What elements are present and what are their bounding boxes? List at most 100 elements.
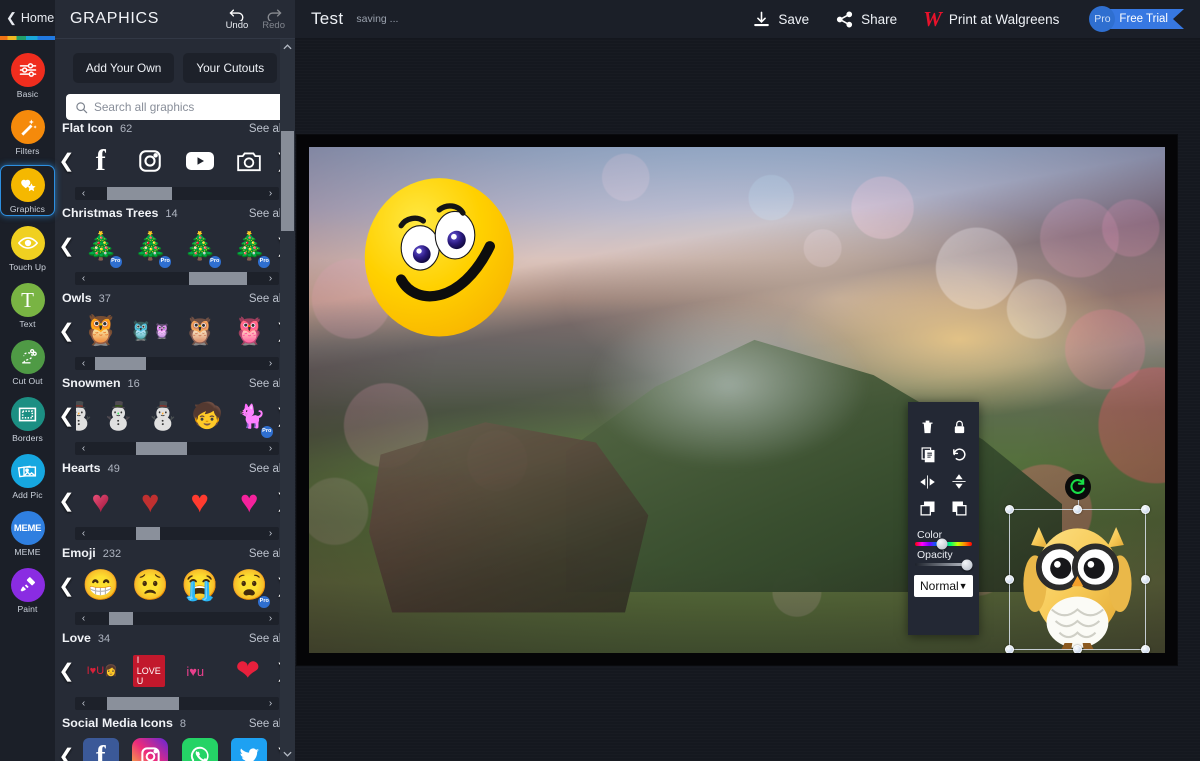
hscroll-thumb[interactable] <box>109 612 133 625</box>
hscroll-thumb[interactable] <box>136 442 188 455</box>
see-all-link[interactable]: See all <box>249 718 284 730</box>
hscroll-track[interactable] <box>92 612 262 625</box>
graphic-thumb[interactable]: ♥ <box>128 478 172 524</box>
resize-handle-top-center[interactable] <box>1072 504 1082 514</box>
graphic-thumb[interactable] <box>128 733 172 761</box>
duplicate-button[interactable] <box>912 441 944 468</box>
graphic-thumb[interactable]: ⛄ <box>141 393 185 439</box>
document-title[interactable]: Test <box>311 9 343 29</box>
add-your-own-button[interactable]: Add Your Own <box>72 53 175 83</box>
canvas-photo[interactable] <box>309 147 1165 653</box>
graphic-thumb[interactable] <box>178 138 222 184</box>
scroll-left-icon[interactable]: ❮ <box>57 662 76 681</box>
scroll-left-icon[interactable]: ❮ <box>57 747 76 761</box>
graphic-thumb[interactable]: 😁 <box>79 563 123 609</box>
scroll-up-button[interactable] <box>280 39 295 54</box>
see-all-link[interactable]: See all <box>249 293 284 305</box>
horizontal-scrollbar[interactable]: ‹ › <box>75 442 279 455</box>
panel-vertical-scrollbar[interactable] <box>280 39 295 761</box>
rotate-handle[interactable] <box>1064 473 1091 500</box>
see-all-link[interactable]: See all <box>249 548 284 560</box>
scroll-left-icon[interactable]: ❮ <box>57 492 76 511</box>
save-button[interactable]: Save <box>752 10 809 29</box>
hscroll-track[interactable] <box>92 187 262 200</box>
flip-horizontal-button[interactable] <box>912 468 944 495</box>
sidebar-item-meme[interactable]: MEME MEME <box>0 509 55 558</box>
hscroll-left-button[interactable]: ‹ <box>75 612 92 625</box>
rotate-button[interactable] <box>944 441 976 468</box>
home-button[interactable]: ❮ Home <box>0 0 55 36</box>
blend-mode-select[interactable]: Normal ▼ <box>914 575 973 597</box>
hscroll-track[interactable] <box>92 272 262 285</box>
graphic-thumb[interactable]: f <box>79 138 123 184</box>
flip-vertical-button[interactable] <box>944 468 976 495</box>
graphic-thumb[interactable]: i♥u <box>173 648 217 694</box>
hscroll-track[interactable] <box>92 527 262 540</box>
sidebar-item-touch-up[interactable]: Touch Up <box>0 224 55 273</box>
hscroll-left-button[interactable]: ‹ <box>75 527 92 540</box>
hscroll-thumb[interactable] <box>95 357 147 370</box>
scroll-down-button[interactable] <box>280 746 295 761</box>
graphic-thumb[interactable]: 😭 <box>178 563 222 609</box>
hscroll-right-button[interactable]: › <box>262 442 279 455</box>
scroll-left-icon[interactable]: ❮ <box>57 152 76 171</box>
graphic-thumb[interactable]: 🎄 Pro <box>178 223 222 269</box>
scroll-left-icon[interactable]: ❮ <box>57 577 76 596</box>
hscroll-thumb[interactable] <box>188 272 247 285</box>
graphic-thumb[interactable]: f <box>79 733 123 761</box>
resize-handle-bottom-center[interactable] <box>1072 645 1082 653</box>
print-at-walgreens-button[interactable]: W Print at Walgreens <box>923 7 1059 32</box>
hscroll-thumb[interactable] <box>107 187 172 200</box>
see-all-link[interactable]: See all <box>249 208 284 220</box>
free-trial-badge[interactable]: Pro Free Trial <box>1089 6 1184 32</box>
lock-button[interactable] <box>944 414 976 441</box>
graphic-thumb[interactable]: ♥ <box>79 478 123 524</box>
horizontal-scrollbar[interactable]: ‹ › <box>75 187 279 200</box>
sidebar-item-paint[interactable]: Paint <box>0 566 55 615</box>
hscroll-left-button[interactable]: ‹ <box>75 272 92 285</box>
hscroll-left-button[interactable]: ‹ <box>75 697 92 710</box>
hscroll-left-button[interactable]: ‹ <box>75 357 92 370</box>
opacity-slider[interactable] <box>915 559 973 570</box>
sidebar-item-graphics[interactable]: Graphics <box>0 165 55 216</box>
sidebar-item-filters[interactable]: Filters <box>0 108 55 157</box>
graphic-thumb[interactable] <box>227 733 271 761</box>
your-cutouts-button[interactable]: Your Cutouts <box>183 53 278 83</box>
hscroll-right-button[interactable]: › <box>262 612 279 625</box>
resize-handle-middle-right[interactable] <box>1141 574 1151 584</box>
see-all-link[interactable]: See all <box>249 633 284 645</box>
graphic-thumb[interactable]: ♥ <box>227 478 271 524</box>
horizontal-scrollbar[interactable]: ‹ › <box>75 697 279 710</box>
graphic-thumb[interactable]: 🐈 Pro <box>230 393 274 439</box>
graphic-thumb[interactable] <box>128 138 172 184</box>
scroll-left-icon[interactable]: ❮ <box>57 407 76 426</box>
color-slider[interactable] <box>915 538 972 550</box>
graphic-thumb[interactable]: I LOVE U <box>132 655 165 687</box>
hscroll-left-button[interactable]: ‹ <box>75 187 92 200</box>
resize-handle-top-left[interactable] <box>1005 504 1015 514</box>
sidebar-item-cut-out[interactable]: Cut Out <box>0 338 55 387</box>
hscroll-right-button[interactable]: › <box>262 697 279 710</box>
graphic-thumb[interactable]: 😧 Pro <box>227 563 271 609</box>
send-backward-button[interactable] <box>944 495 976 522</box>
sidebar-item-borders[interactable]: Borders <box>0 395 55 444</box>
resize-handle-middle-left[interactable] <box>1005 574 1015 584</box>
delete-button[interactable] <box>912 414 944 441</box>
scroll-left-icon[interactable]: ❮ <box>57 237 76 256</box>
hscroll-track[interactable] <box>92 697 262 710</box>
graphic-thumb[interactable]: 🦉 <box>178 308 222 354</box>
horizontal-scrollbar[interactable]: ‹ › <box>75 272 279 285</box>
see-all-link[interactable]: See all <box>249 463 284 475</box>
sidebar-item-basic[interactable]: Basic <box>0 51 55 100</box>
hscroll-right-button[interactable]: › <box>262 357 279 370</box>
hscroll-left-button[interactable]: ‹ <box>75 442 92 455</box>
hscroll-right-button[interactable]: › <box>262 272 279 285</box>
bring-forward-button[interactable] <box>912 495 944 522</box>
sidebar-item-text[interactable]: T Text <box>0 281 55 330</box>
see-all-link[interactable]: See all <box>249 378 284 390</box>
horizontal-scrollbar[interactable]: ‹ › <box>75 527 279 540</box>
owl-graphic-layer[interactable] <box>1005 473 1151 653</box>
graphic-thumb[interactable]: I♥U👩 <box>80 648 124 694</box>
resize-handle-bottom-left[interactable] <box>1005 645 1015 653</box>
graphic-thumb[interactable]: 🦉 <box>79 308 123 354</box>
